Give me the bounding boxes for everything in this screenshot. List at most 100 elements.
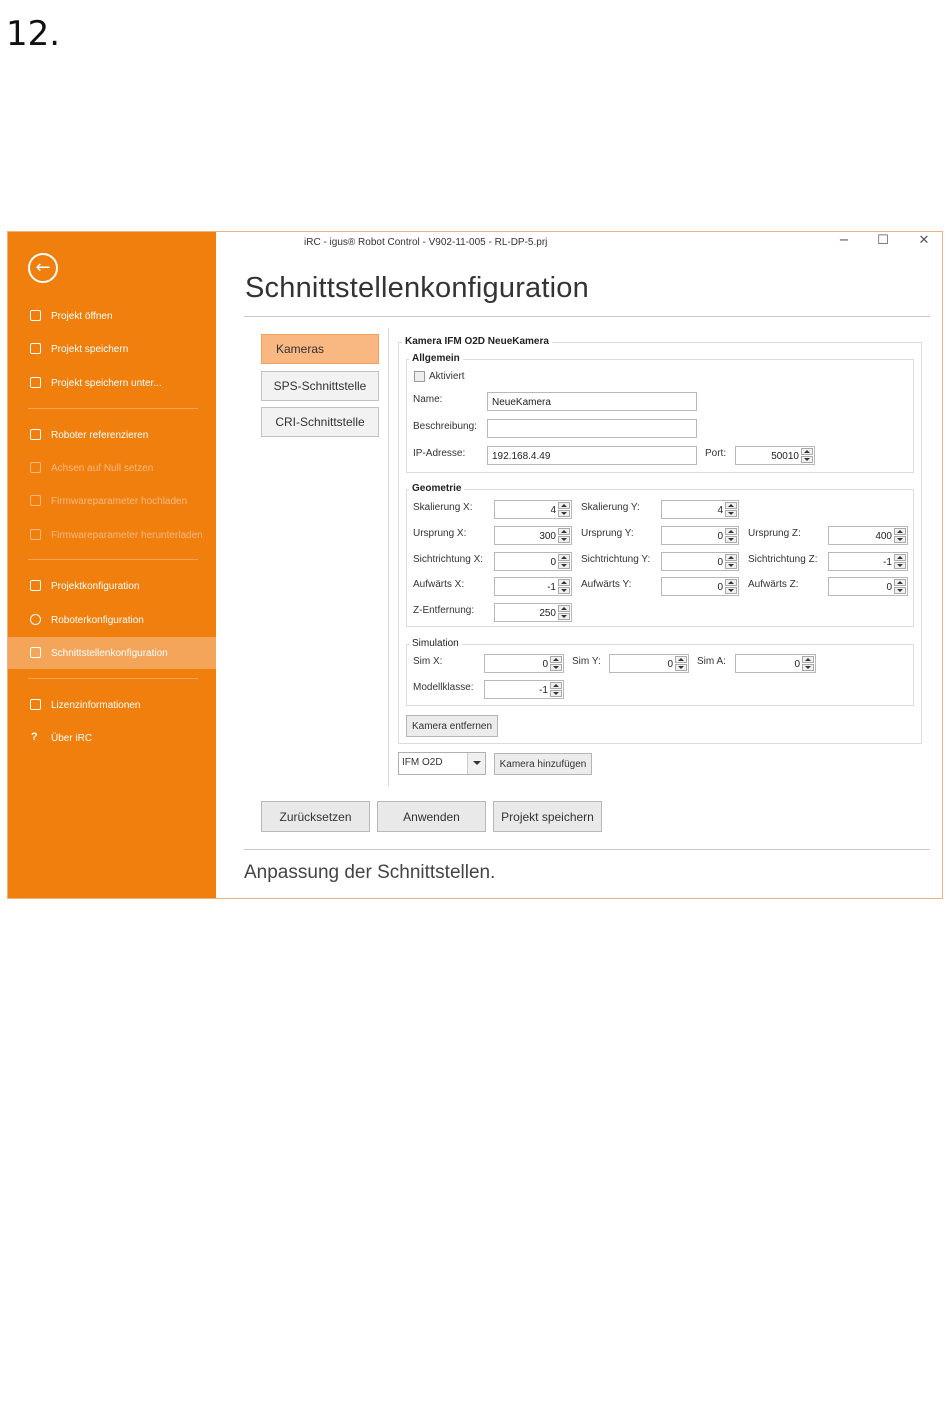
- sidebar-divider: [28, 678, 198, 679]
- sidebar-item-firmware-herunterladen[interactable]: Firmwareparameter herunterladen: [8, 519, 216, 551]
- stepper-arrows-icon[interactable]: [894, 579, 906, 594]
- tab-cri-schnittstelle[interactable]: CRI-Schnittstelle: [261, 407, 379, 437]
- z-entfernung-label: Z-Entfernung:: [413, 605, 475, 616]
- stepper-arrows-icon[interactable]: [558, 579, 570, 594]
- sidebar-item-label: Achsen auf Null setzen: [51, 462, 154, 474]
- sidebar-item-roboter-referenzieren[interactable]: Roboter referenzieren: [8, 419, 216, 451]
- sidebar-item-projekt-speichern-unter[interactable]: Projekt speichern unter...: [8, 367, 216, 399]
- ursprung-x-stepper[interactable]: 300: [494, 526, 572, 545]
- stepper-value: 250: [539, 608, 556, 619]
- name-field[interactable]: NeueKamera: [487, 392, 697, 411]
- sichtrichtung-x-stepper[interactable]: 0: [494, 552, 572, 571]
- sidebar-item-projekt-oeffnen[interactable]: Projekt öffnen: [8, 300, 216, 332]
- stepper-arrows-icon[interactable]: [550, 682, 562, 697]
- ip-label: IP-Adresse:: [413, 448, 466, 459]
- sidebar-item-label: Firmwareparameter herunterladen: [51, 529, 203, 541]
- ursprung-x-label: Ursprung X:: [413, 528, 467, 539]
- stepper-value: 0: [717, 557, 723, 568]
- reset-button[interactable]: Zurücksetzen: [261, 801, 370, 832]
- stepper-arrows-icon[interactable]: [550, 656, 562, 671]
- sichtrichtung-z-stepper[interactable]: -1: [828, 552, 908, 571]
- simulation-title: Simulation: [409, 638, 462, 649]
- sim-x-stepper[interactable]: 0: [484, 654, 564, 673]
- sidebar: ← Projekt öffnen Projekt speichern Proje…: [8, 232, 216, 898]
- skalierung-y-stepper[interactable]: 4: [661, 500, 739, 519]
- modellklasse-stepper[interactable]: -1: [484, 680, 564, 699]
- sidebar-item-ueber-irc[interactable]: ? Über iRC: [8, 722, 216, 754]
- skalierung-x-stepper[interactable]: 4: [494, 500, 572, 519]
- aufwaerts-x-label: Aufwärts X:: [413, 579, 465, 590]
- beschreibung-field[interactable]: [487, 419, 697, 438]
- license-icon: [28, 698, 44, 712]
- ursprung-y-stepper[interactable]: 0: [661, 526, 739, 545]
- stepper-value: 0: [542, 659, 548, 670]
- minimize-icon[interactable]: −: [834, 233, 854, 251]
- stepper-arrows-icon[interactable]: [894, 528, 906, 543]
- stepper-arrows-icon[interactable]: [558, 554, 570, 569]
- sidebar-item-label: Projekt speichern: [51, 343, 129, 355]
- sidebar-item-label: Projektkonfiguration: [51, 580, 140, 592]
- back-icon[interactable]: ←: [28, 253, 58, 283]
- aktiviert-checkbox[interactable]: [414, 371, 425, 382]
- status-text: Anpassung der Schnittstellen.: [244, 862, 496, 883]
- sim-x-label: Sim X:: [413, 656, 443, 667]
- maximize-icon[interactable]: ☐: [873, 233, 893, 251]
- sim-y-stepper[interactable]: 0: [609, 654, 689, 673]
- ursprung-z-stepper[interactable]: 400: [828, 526, 908, 545]
- aufwaerts-z-stepper[interactable]: 0: [828, 577, 908, 596]
- stepper-arrows-icon[interactable]: [894, 554, 906, 569]
- stepper-arrows-icon[interactable]: [558, 605, 570, 620]
- sidebar-divider: [28, 559, 198, 560]
- sidebar-item-label: Schnittstellenkonfiguration: [51, 647, 168, 659]
- sidebar-item-achsen-null[interactable]: Achsen auf Null setzen: [8, 452, 216, 484]
- sidebar-item-schnittstellenkonfiguration[interactable]: Schnittstellenkonfiguration: [8, 637, 216, 669]
- stepper-arrows-icon[interactable]: [801, 448, 813, 463]
- sidebar-item-projektkonfiguration[interactable]: Projektkonfiguration: [8, 570, 216, 602]
- sidebar-item-label: Roboterkonfiguration: [51, 614, 144, 626]
- z-entfernung-stepper[interactable]: 250: [494, 603, 572, 622]
- beschreibung-label: Beschreibung:: [413, 421, 477, 432]
- sim-y-label: Sim Y:: [572, 656, 601, 667]
- sidebar-item-lizenzinformationen[interactable]: Lizenzinformationen: [8, 689, 216, 721]
- stepper-arrows-icon[interactable]: [725, 528, 737, 543]
- sidebar-item-label: Projekt öffnen: [51, 310, 113, 322]
- skalierung-x-label: Skalierung X:: [413, 502, 473, 513]
- save-project-button[interactable]: Projekt speichern: [493, 801, 602, 832]
- tab-sps-schnittstelle[interactable]: SPS-Schnittstelle: [261, 371, 379, 401]
- app-window: ← Projekt öffnen Projekt speichern Proje…: [7, 231, 943, 899]
- sidebar-item-firmware-hochladen[interactable]: Firmwareparameter hochladen: [8, 485, 216, 517]
- sidebar-item-label: Über iRC: [51, 732, 93, 744]
- sichtrichtung-y-stepper[interactable]: 0: [661, 552, 739, 571]
- sidebar-item-projekt-speichern[interactable]: Projekt speichern: [8, 333, 216, 365]
- ip-field[interactable]: 192.168.4.49: [487, 446, 697, 465]
- port-stepper[interactable]: 50010: [735, 446, 815, 465]
- aufwaerts-x-stepper[interactable]: -1: [494, 577, 572, 596]
- stepper-value: -1: [539, 685, 548, 696]
- aufwaerts-z-label: Aufwärts Z:: [748, 579, 799, 590]
- geometrie-title: Geometrie: [409, 483, 465, 494]
- aufwaerts-y-label: Aufwärts Y:: [581, 579, 632, 590]
- sidebar-divider: [28, 408, 198, 409]
- stepper-arrows-icon[interactable]: [725, 579, 737, 594]
- aufwaerts-y-stepper[interactable]: 0: [661, 577, 739, 596]
- stepper-arrows-icon[interactable]: [558, 502, 570, 517]
- sidebar-item-roboterkonfiguration[interactable]: Roboterkonfiguration: [8, 604, 216, 636]
- camera-type-value: IFM O2D: [402, 757, 443, 768]
- stepper-arrows-icon[interactable]: [725, 502, 737, 517]
- stepper-arrows-icon[interactable]: [725, 554, 737, 569]
- camera-type-select[interactable]: IFM O2D: [398, 752, 486, 775]
- tab-kameras[interactable]: Kameras: [261, 334, 379, 364]
- remove-camera-button[interactable]: Kamera entfernen: [406, 715, 498, 737]
- stepper-value: 4: [717, 505, 723, 516]
- stepper-arrows-icon[interactable]: [558, 528, 570, 543]
- allgemein-title: Allgemein: [409, 353, 463, 364]
- stepper-arrows-icon[interactable]: [675, 656, 687, 671]
- add-camera-button[interactable]: Kamera hinzufügen: [494, 753, 592, 775]
- sim-a-stepper[interactable]: 0: [735, 654, 816, 673]
- ursprung-y-label: Ursprung Y:: [581, 528, 634, 539]
- stepper-arrows-icon[interactable]: [802, 656, 814, 671]
- close-icon[interactable]: ✕: [914, 233, 934, 251]
- apply-button[interactable]: Anwenden: [377, 801, 486, 832]
- stepper-value: 0: [550, 557, 556, 568]
- chevron-down-icon[interactable]: [467, 753, 485, 774]
